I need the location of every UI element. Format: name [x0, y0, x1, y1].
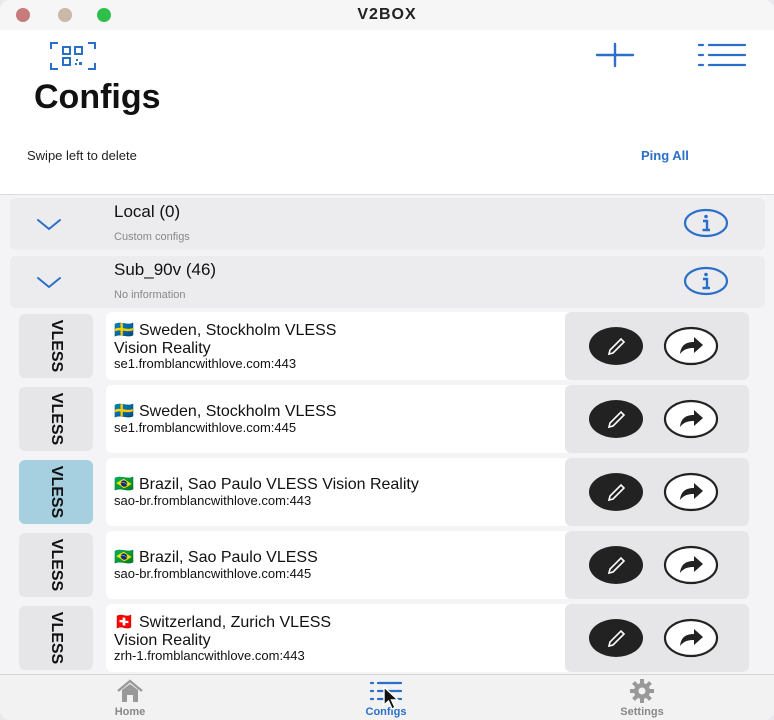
tab-label: Home	[114, 706, 146, 718]
mouse-cursor-icon	[383, 685, 401, 710]
config-row[interactable]: VLESS 🇸🇪 Sweden, Stockholm VLESS Vision Re…	[0, 312, 774, 380]
config-row-selected[interactable]: VLESS 🇧🇷 Brazil, Sao Paulo VLESS Vision R…	[0, 458, 774, 526]
config-actions	[565, 312, 749, 380]
protocol-badge[interactable]: VLESS	[19, 387, 93, 451]
chevron-down-icon[interactable]	[36, 274, 62, 290]
share-icon[interactable]	[663, 472, 719, 512]
protocol-badge[interactable]: VLESS	[19, 606, 93, 670]
home-icon	[114, 679, 146, 703]
info-icon[interactable]	[683, 208, 729, 238]
config-name: 🇸🇪 Sweden, Stockholm VLESS Vision Reality	[114, 322, 337, 357]
group-name: Sub_90v (46)	[114, 260, 217, 279]
edit-icon[interactable]	[588, 399, 644, 439]
config-card[interactable]: 🇸🇪 Sweden, Stockholm VLESS Vision Reality …	[106, 312, 749, 380]
page-title: Configs	[34, 78, 161, 116]
menu-list-icon[interactable]	[697, 42, 747, 68]
swipe-hint: Swipe left to delete	[27, 148, 137, 163]
config-card[interactable]: 🇸🇪 Sweden, Stockholm VLESS se1.fromblancw…	[106, 385, 749, 453]
flag-icon: 🇸🇪	[114, 403, 134, 420]
header-divider	[0, 194, 774, 195]
config-actions	[565, 531, 749, 599]
edit-icon[interactable]	[588, 326, 644, 366]
title-bar: V2BOX	[0, 0, 774, 30]
ping-all-button[interactable]: Ping All	[641, 148, 689, 163]
chevron-down-icon[interactable]	[36, 216, 62, 232]
share-icon[interactable]	[663, 618, 719, 658]
config-card[interactable]: 🇧🇷 Brazil, Sao Paulo VLESS sao-br.frombla…	[106, 531, 749, 599]
config-address: se1.fromblancwithlove.com:443	[114, 356, 297, 371]
group-sub90v[interactable]: Sub_90v (46) No information	[10, 256, 765, 308]
group-local[interactable]: Local (0) Custom configs	[10, 198, 765, 250]
config-address: sao-br.fromblancwithlove.com:445	[114, 566, 312, 581]
edit-icon[interactable]	[588, 618, 644, 658]
tab-settings[interactable]: Settings	[592, 675, 692, 720]
tab-home[interactable]: Home	[80, 675, 180, 720]
config-row[interactable]: VLESS 🇸🇪 Sweden, Stockholm VLESS se1.from…	[0, 385, 774, 453]
config-name: 🇧🇷 Brazil, Sao Paulo VLESS	[114, 549, 318, 566]
flag-icon: 🇧🇷	[114, 476, 134, 493]
group-name: Local (0)	[114, 202, 181, 221]
flag-icon: 🇸🇪	[114, 322, 134, 339]
config-card[interactable]: 🇨🇭 Switzerland, Zurich VLESS Vision Realit…	[106, 604, 749, 672]
protocol-badge[interactable]: VLESS	[19, 460, 93, 524]
share-icon[interactable]	[663, 326, 719, 366]
group-subtitle: No information	[114, 289, 186, 301]
protocol-badge[interactable]: VLESS	[19, 314, 93, 378]
config-card[interactable]: 🇧🇷 Brazil, Sao Paulo VLESS Vision Reality…	[106, 458, 749, 526]
add-config-button[interactable]	[595, 42, 635, 68]
group-subtitle: Custom configs	[114, 231, 190, 243]
config-row[interactable]: VLESS 🇧🇷 Brazil, Sao Paulo VLESS sao-br.f…	[0, 531, 774, 599]
edit-icon[interactable]	[588, 545, 644, 585]
config-address: zrh-1.fromblancwithlove.com:443	[114, 648, 305, 663]
config-name: 🇸🇪 Sweden, Stockholm VLESS	[114, 403, 337, 420]
app-window: V2BOX Configs Swipe left to delete Ping …	[0, 0, 774, 720]
tab-label: Settings	[620, 706, 664, 718]
protocol-badge[interactable]: VLESS	[19, 533, 93, 597]
config-actions	[565, 385, 749, 453]
page-header: Configs Swipe left to delete Ping All	[0, 30, 774, 195]
qr-scan-icon[interactable]	[48, 40, 98, 72]
info-icon[interactable]	[683, 266, 729, 296]
edit-icon[interactable]	[588, 472, 644, 512]
config-name: 🇧🇷 Brazil, Sao Paulo VLESS Vision Reality	[114, 476, 419, 493]
config-name: 🇨🇭 Switzerland, Zurich VLESS Vision Realit…	[114, 614, 332, 649]
share-icon[interactable]	[663, 545, 719, 585]
config-actions	[565, 458, 749, 526]
flag-icon: 🇨🇭	[114, 614, 134, 631]
config-actions	[565, 604, 749, 672]
gear-icon	[626, 679, 658, 703]
window-title: V2BOX	[357, 6, 417, 23]
config-row[interactable]: VLESS 🇨🇭 Switzerland, Zurich VLESS Vision …	[0, 604, 774, 672]
config-address: se1.fromblancwithlove.com:445	[114, 420, 297, 435]
config-address: sao-br.fromblancwithlove.com:443	[114, 493, 312, 508]
flag-icon: 🇧🇷	[114, 549, 134, 566]
share-icon[interactable]	[663, 399, 719, 439]
